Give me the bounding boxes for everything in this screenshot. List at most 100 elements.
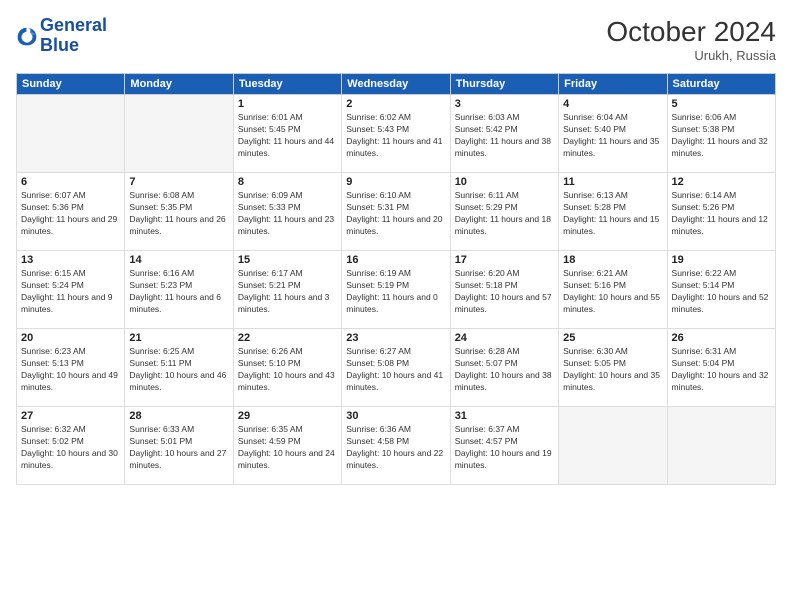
calendar-cell: 10Sunrise: 6:11 AMSunset: 5:29 PMDayligh… — [450, 173, 558, 251]
day-info: Sunrise: 6:23 AMSunset: 5:13 PMDaylight:… — [21, 346, 120, 394]
day-info: Sunrise: 6:04 AMSunset: 5:40 PMDaylight:… — [563, 112, 662, 160]
day-number: 6 — [21, 176, 120, 188]
day-info: Sunrise: 6:01 AMSunset: 5:45 PMDaylight:… — [238, 112, 337, 160]
calendar-cell: 26 Sunrise: 6:31 AMSunset: 5:04 PMDayligh… — [667, 329, 775, 407]
day-info: Sunrise: 6:14 AMSunset: 5:26 PMDaylight:… — [672, 190, 771, 238]
calendar-cell: 30 Sunrise: 6:36 AMSunset: 4:58 PMDayligh… — [342, 407, 450, 485]
day-info: Sunrise: 6:32 AMSunset: 5:02 PMDaylight:… — [21, 424, 120, 472]
weekday-header-thursday: Thursday — [450, 74, 558, 95]
day-number: 23 — [346, 332, 445, 344]
day-number: 5 — [672, 98, 771, 110]
day-number: 26 — [672, 332, 771, 344]
day-info: Sunrise: 6:19 AMSunset: 5:19 PMDaylight:… — [346, 268, 445, 316]
calendar-cell: 17 Sunrise: 6:20 AMSunset: 5:18 PMDayligh… — [450, 251, 558, 329]
calendar-cell: 24 Sunrise: 6:28 AMSunset: 5:07 PMDayligh… — [450, 329, 558, 407]
calendar-cell: 18 Sunrise: 6:21 AMSunset: 5:16 PMDayligh… — [559, 251, 667, 329]
calendar-cell: 14Sunrise: 6:16 AMSunset: 5:23 PMDayligh… — [125, 251, 233, 329]
day-number: 14 — [129, 254, 228, 266]
calendar-cell — [17, 95, 125, 173]
day-number: 22 — [238, 332, 337, 344]
day-info: Sunrise: 6:07 AMSunset: 5:36 PMDaylight:… — [21, 190, 120, 238]
logo: General Blue — [16, 16, 107, 56]
calendar-cell: 22 Sunrise: 6:26 AMSunset: 5:10 PMDayligh… — [233, 329, 341, 407]
day-number: 31 — [455, 410, 554, 422]
day-info: Sunrise: 6:37 AMSunset: 4:57 PMDaylight:… — [455, 424, 554, 472]
day-number: 13 — [21, 254, 120, 266]
day-number: 24 — [455, 332, 554, 344]
calendar-cell: 5 Sunrise: 6:06 AMSunset: 5:38 PMDaylight… — [667, 95, 775, 173]
day-info: Sunrise: 6:28 AMSunset: 5:07 PMDaylight:… — [455, 346, 554, 394]
day-number: 1 — [238, 98, 337, 110]
day-number: 16 — [346, 254, 445, 266]
day-number: 20 — [21, 332, 120, 344]
calendar-cell: 12Sunrise: 6:14 AMSunset: 5:26 PMDayligh… — [667, 173, 775, 251]
day-info: Sunrise: 6:26 AMSunset: 5:10 PMDaylight:… — [238, 346, 337, 394]
day-number: 28 — [129, 410, 228, 422]
calendar-cell: 29Sunrise: 6:35 AMSunset: 4:59 PMDayligh… — [233, 407, 341, 485]
logo-icon — [16, 25, 38, 47]
week-row-4: 20 Sunrise: 6:23 AMSunset: 5:13 PMDayligh… — [17, 329, 776, 407]
calendar-cell: 28 Sunrise: 6:33 AMSunset: 5:01 PMDayligh… — [125, 407, 233, 485]
day-info: Sunrise: 6:11 AMSunset: 5:29 PMDaylight:… — [455, 190, 554, 238]
location: Urukh, Russia — [606, 48, 776, 63]
day-number: 4 — [563, 98, 662, 110]
day-number: 29 — [238, 410, 337, 422]
day-info: Sunrise: 6:13 AMSunset: 5:28 PMDaylight:… — [563, 190, 662, 238]
calendar-cell: 27 Sunrise: 6:32 AMSunset: 5:02 PMDayligh… — [17, 407, 125, 485]
day-number: 21 — [129, 332, 228, 344]
calendar-cell: 31 Sunrise: 6:37 AMSunset: 4:57 PMDayligh… — [450, 407, 558, 485]
day-info: Sunrise: 6:36 AMSunset: 4:58 PMDaylight:… — [346, 424, 445, 472]
day-number: 7 — [129, 176, 228, 188]
title-area: October 2024 Urukh, Russia — [606, 16, 776, 63]
weekday-header-friday: Friday — [559, 74, 667, 95]
week-row-5: 27 Sunrise: 6:32 AMSunset: 5:02 PMDayligh… — [17, 407, 776, 485]
day-number: 15 — [238, 254, 337, 266]
calendar-cell: 11 Sunrise: 6:13 AMSunset: 5:28 PMDayligh… — [559, 173, 667, 251]
day-number: 17 — [455, 254, 554, 266]
day-number: 18 — [563, 254, 662, 266]
calendar-cell: 7Sunrise: 6:08 AMSunset: 5:35 PMDaylight… — [125, 173, 233, 251]
calendar-cell: 8Sunrise: 6:09 AMSunset: 5:33 PMDaylight… — [233, 173, 341, 251]
week-row-1: 1 Sunrise: 6:01 AMSunset: 5:45 PMDaylight… — [17, 95, 776, 173]
calendar-cell: 13Sunrise: 6:15 AMSunset: 5:24 PMDayligh… — [17, 251, 125, 329]
calendar-cell — [125, 95, 233, 173]
day-number: 30 — [346, 410, 445, 422]
day-number: 3 — [455, 98, 554, 110]
day-info: Sunrise: 6:25 AMSunset: 5:11 PMDaylight:… — [129, 346, 228, 394]
page-header: General Blue October 2024 Urukh, Russia — [16, 16, 776, 63]
day-number: 2 — [346, 98, 445, 110]
logo-text: General Blue — [40, 16, 107, 56]
day-info: Sunrise: 6:06 AMSunset: 5:38 PMDaylight:… — [672, 112, 771, 160]
calendar-cell: 19Sunrise: 6:22 AMSunset: 5:14 PMDayligh… — [667, 251, 775, 329]
day-info: Sunrise: 6:21 AMSunset: 5:16 PMDaylight:… — [563, 268, 662, 316]
calendar-cell — [559, 407, 667, 485]
calendar-cell: 16 Sunrise: 6:19 AMSunset: 5:19 PMDayligh… — [342, 251, 450, 329]
day-info: Sunrise: 6:02 AMSunset: 5:43 PMDaylight:… — [346, 112, 445, 160]
calendar-cell: 21 Sunrise: 6:25 AMSunset: 5:11 PMDayligh… — [125, 329, 233, 407]
day-number: 19 — [672, 254, 771, 266]
day-info: Sunrise: 6:10 AMSunset: 5:31 PMDaylight:… — [346, 190, 445, 238]
weekday-header-wednesday: Wednesday — [342, 74, 450, 95]
calendar-cell: 15 Sunrise: 6:17 AMSunset: 5:21 PMDayligh… — [233, 251, 341, 329]
day-info: Sunrise: 6:33 AMSunset: 5:01 PMDaylight:… — [129, 424, 228, 472]
day-info: Sunrise: 6:17 AMSunset: 5:21 PMDaylight:… — [238, 268, 337, 316]
weekday-header-row: SundayMondayTuesdayWednesdayThursdayFrid… — [17, 74, 776, 95]
week-row-3: 13Sunrise: 6:15 AMSunset: 5:24 PMDayligh… — [17, 251, 776, 329]
day-info: Sunrise: 6:20 AMSunset: 5:18 PMDaylight:… — [455, 268, 554, 316]
calendar-cell: 4 Sunrise: 6:04 AMSunset: 5:40 PMDaylight… — [559, 95, 667, 173]
calendar-cell: 20 Sunrise: 6:23 AMSunset: 5:13 PMDayligh… — [17, 329, 125, 407]
week-row-2: 6 Sunrise: 6:07 AMSunset: 5:36 PMDaylight… — [17, 173, 776, 251]
day-number: 27 — [21, 410, 120, 422]
day-number: 9 — [346, 176, 445, 188]
calendar-cell: 25Sunrise: 6:30 AMSunset: 5:05 PMDayligh… — [559, 329, 667, 407]
weekday-header-monday: Monday — [125, 74, 233, 95]
day-info: Sunrise: 6:31 AMSunset: 5:04 PMDaylight:… — [672, 346, 771, 394]
day-number: 11 — [563, 176, 662, 188]
calendar-cell: 1 Sunrise: 6:01 AMSunset: 5:45 PMDaylight… — [233, 95, 341, 173]
day-info: Sunrise: 6:09 AMSunset: 5:33 PMDaylight:… — [238, 190, 337, 238]
calendar-cell: 2 Sunrise: 6:02 AMSunset: 5:43 PMDaylight… — [342, 95, 450, 173]
day-info: Sunrise: 6:27 AMSunset: 5:08 PMDaylight:… — [346, 346, 445, 394]
calendar: SundayMondayTuesdayWednesdayThursdayFrid… — [16, 73, 776, 485]
calendar-cell: 6 Sunrise: 6:07 AMSunset: 5:36 PMDaylight… — [17, 173, 125, 251]
day-number: 25 — [563, 332, 662, 344]
